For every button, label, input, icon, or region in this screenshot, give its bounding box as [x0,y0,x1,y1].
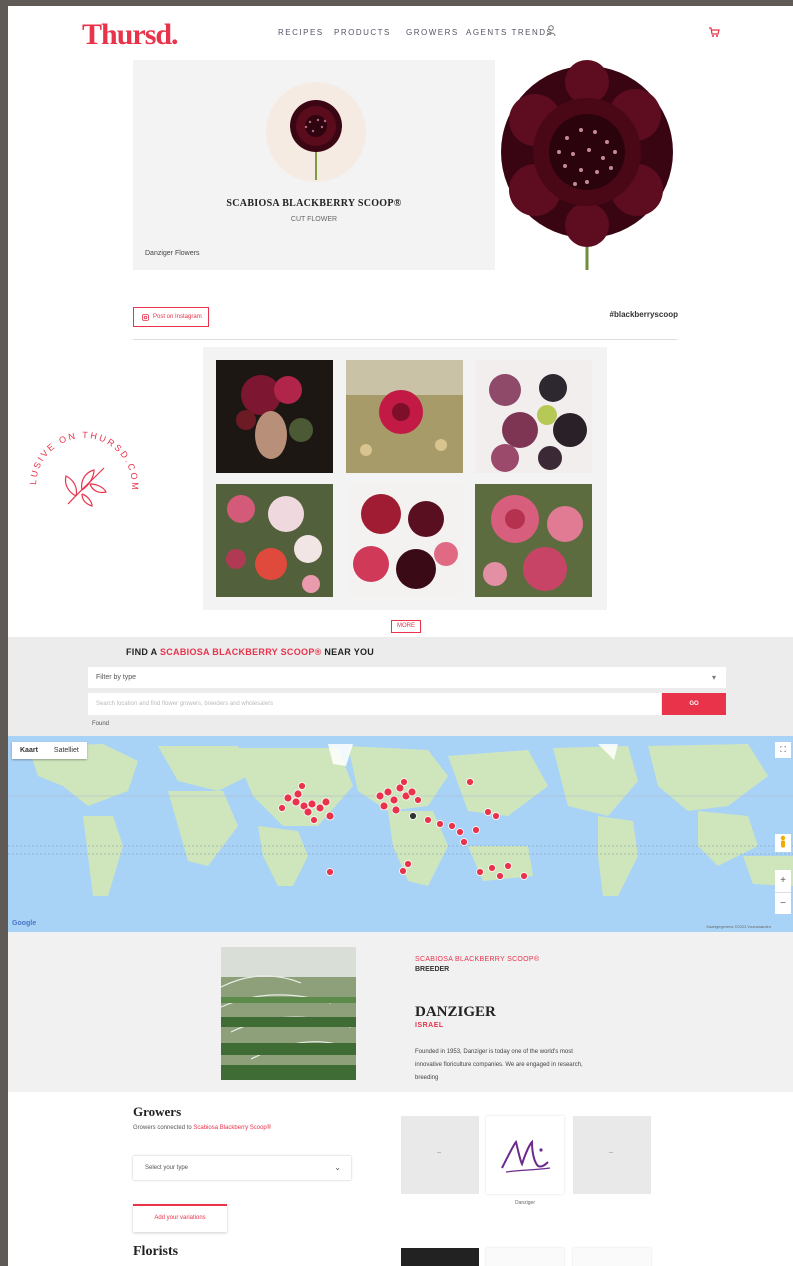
product-category: CUT FLOWER [290,216,338,223]
find-title-prefix: FIND A [126,647,160,657]
find-title: FIND A SCABIOSA BLACKBERRY SCOOP® NEAR Y… [126,647,374,657]
grower-card[interactable] [573,1116,651,1194]
grower-card[interactable] [401,1116,479,1194]
cart-icon[interactable] [708,26,720,38]
map-attribution[interactable]: Kaartgegevens ©2023 Voorwaarden [706,924,771,929]
found-label: Found [92,721,110,727]
fullscreen-icon[interactable]: ⛶ [775,742,791,758]
gallery-photo[interactable] [346,360,463,473]
nav-agents-trends[interactable]: AGENTS TRENDS [466,28,553,37]
add-variations-button[interactable]: Add your variations [133,1204,227,1232]
gallery-photo[interactable] [216,484,333,597]
chevron-down-icon: ⌄ [334,1163,341,1172]
zoom-out-button[interactable]: − [775,893,791,915]
load-more-button[interactable]: MORE [391,620,421,633]
filter-type-select[interactable]: Filter by type ▾ [88,667,726,688]
find-title-product: SCABIOSA BLACKBERRY SCOOP® [159,647,322,657]
filter-type-value: Filter by type [96,674,137,681]
product-title: SCABIOSA BLACKBERRY SCOOP® [226,198,402,209]
florist-card[interactable] [401,1248,479,1266]
product-hero: SCABIOSA BLACKBERRY SCOOP® CUT FLOWER Da… [133,60,677,270]
page: Thursd. RECIPES PRODUCTS GROWERS AGENTS … [8,6,793,1266]
nav-products[interactable]: PRODUCTS [334,28,391,37]
instagram-button-label: Post on Instagram [153,314,202,320]
danziger-logo [501,1139,551,1173]
thursd-logo[interactable]: Thursd. [82,18,179,52]
grower-type-select[interactable]: Select your type ⌄ [133,1156,351,1180]
grower-card[interactable] [486,1116,564,1194]
grower-card-label: Danziger [514,1200,535,1206]
instagram-gallery [203,347,607,610]
zoom-controls: + − [775,870,791,914]
feature-product-name: SCABIOSA BLACKBERRY SCOOP® [415,956,540,963]
google-logo: Google [12,920,37,927]
feature-role: BREEDER [415,966,450,973]
breeder-description: Founded in 1953, Danziger is today one o… [415,1049,583,1081]
growers-product-link[interactable]: Scabiosa Blackberry Scoop® [193,1125,271,1131]
nav-growers[interactable]: GROWERS [406,28,459,37]
instagram-icon [142,313,149,321]
florist-card[interactable] [486,1248,564,1266]
divider [133,339,677,340]
breeder-feature-section: SCABIOSA BLACKBERRY SCOOP® BREEDER DANZI… [8,932,793,1092]
product-photo [495,60,677,270]
breeder-country: ISRAEL [415,1022,444,1029]
find-near-you-section: FIND A SCABIOSA BLACKBERRY SCOOP® NEAR Y… [8,637,793,736]
breeder-name[interactable]: DANZIGER [415,1004,496,1021]
exclusive-stamp: EXCLUSIVE ON THURSD.COM [20,418,144,546]
search-button[interactable]: GO [662,693,726,715]
grower-type-value: Select your type [145,1165,189,1171]
gallery-photo[interactable] [216,360,333,473]
gallery-photo[interactable] [475,484,592,597]
tab-map[interactable]: Kaart [12,742,46,759]
map-tiles [8,744,793,896]
gallery-photo[interactable] [346,484,463,597]
hashtag[interactable]: #blackberryscoop [568,310,678,319]
nav-recipes[interactable]: RECIPES [278,28,324,37]
zoom-in-button[interactable]: + [775,870,791,893]
growers-heading: Growers [133,1104,182,1119]
florist-card[interactable] [573,1248,651,1266]
tab-satellite[interactable]: Satelliet [46,742,87,759]
growers-subtitle: Growers connected to Scabiosa Blackberry… [133,1125,271,1131]
find-title-suffix: NEAR YOU [321,647,375,657]
location-search-input[interactable]: Search location and find flower growers,… [88,693,661,715]
pegman-icon[interactable] [775,834,791,852]
user-icon[interactable] [546,25,556,37]
growers-subtitle-prefix: Growers connected to [133,1125,194,1131]
map-type-tabs: Kaart Satelliet [12,742,87,759]
instagram-post-button[interactable]: Post on Instagram [133,307,209,327]
breeder-link[interactable]: Danziger Flowers [145,250,199,257]
world-map[interactable]: Kaart Satelliet ⛶ + − Google Kaartgegeve… [8,736,793,932]
gallery-photo[interactable] [475,360,592,473]
florists-heading: Florists [133,1244,179,1259]
chevron-down-icon: ▾ [711,673,716,682]
flower-thumbnail [266,82,366,182]
greenhouse-photo [221,947,356,1080]
